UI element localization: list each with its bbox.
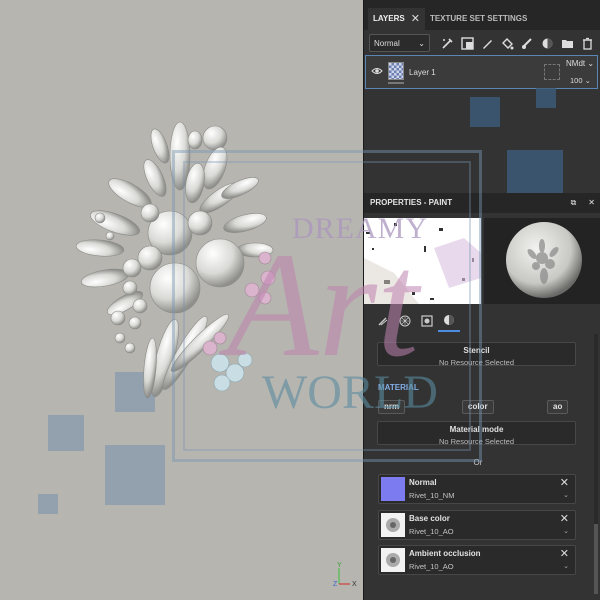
chevron-down-icon[interactable]: ⌄ — [563, 562, 569, 570]
close-icon[interactable]: ✕ — [560, 547, 569, 560]
axis-z-label: Z — [333, 581, 338, 588]
layer-blend-mode-value: NMdt — [566, 59, 586, 68]
properties-scrollbar[interactable] — [594, 334, 598, 594]
layers-tab-bar: LAYERS ✕ TEXTURE SET SETTINGS — [364, 0, 600, 30]
axis-y-label: Y — [337, 562, 342, 569]
layers-empty-area — [364, 88, 600, 206]
tab-brush[interactable] — [372, 310, 394, 332]
decorative-square — [105, 445, 165, 505]
tab-layers[interactable]: LAYERS ✕ — [368, 8, 425, 30]
3d-viewport[interactable]: Y Z X — [0, 0, 363, 600]
paint-layer-icon[interactable] — [479, 35, 495, 51]
material-section-title: MATERIAL — [378, 383, 419, 392]
add-effect-icon[interactable] — [439, 35, 455, 51]
normal-map-thumbnail — [381, 477, 405, 501]
decorative-square — [470, 97, 500, 127]
resource-ambient-occlusion[interactable]: Ambient occlusion Rivet_10_AO ✕ ⌄ — [378, 545, 576, 575]
resource-value: Rivet_10_NM — [409, 491, 455, 500]
chevron-down-icon[interactable]: ⌄ — [563, 491, 569, 499]
ornament-model[interactable] — [70, 118, 290, 428]
layer-mask-slot[interactable] — [544, 64, 560, 80]
add-mask-icon[interactable] — [459, 35, 475, 51]
channel-ao-button[interactable]: ao — [547, 400, 569, 414]
chevron-down-icon: ⌄ — [418, 38, 425, 48]
properties-header: PROPERTIES - PAINT ⧉ ✕ — [364, 193, 600, 213]
material-mode-title: Material mode — [449, 425, 504, 434]
resource-value: Rivet_10_AO — [409, 562, 454, 571]
close-icon[interactable]: ✕ — [411, 8, 420, 30]
layer-blend-mode[interactable]: NMdt ⌄ — [566, 59, 594, 68]
layers-toolbar: Normal ⌄ — [364, 30, 600, 56]
blend-mode-dropdown[interactable]: Normal ⌄ — [369, 34, 430, 52]
tab-stencil[interactable] — [416, 310, 438, 332]
axis-x-label: X — [352, 581, 357, 588]
resource-title: Normal — [409, 478, 437, 487]
properties-tabs — [364, 310, 600, 332]
brush-preview — [364, 218, 481, 304]
stencil-title: Stencil — [463, 346, 490, 355]
right-panel: LAYERS ✕ TEXTURE SET SETTINGS Normal ⌄ L… — [363, 0, 600, 600]
layer-opacity-value: 100 — [570, 76, 583, 85]
properties-title: PROPERTIES - PAINT — [370, 198, 453, 207]
or-separator: Or — [473, 458, 483, 467]
resource-normal[interactable]: Normal Rivet_10_NM ✕ ⌄ — [378, 474, 576, 504]
layer-row[interactable]: Layer 1 NMdt ⌄ 100 ⌄ — [365, 55, 598, 89]
tab-material[interactable] — [438, 310, 460, 332]
close-icon[interactable]: ✕ — [560, 512, 569, 525]
layer-name[interactable]: Layer 1 — [409, 68, 436, 77]
layer-thumbnail — [388, 62, 404, 80]
brush-icon[interactable] — [519, 35, 535, 51]
fill-layer-icon[interactable] — [499, 35, 515, 51]
layer-thumbnail-bar — [388, 82, 404, 84]
folder-icon[interactable] — [559, 35, 575, 51]
stencil-slot[interactable]: Stencil No Resource Selected — [377, 342, 576, 367]
decorative-square — [38, 494, 58, 514]
resource-base-color[interactable]: Base color Rivet_10_AO ✕ ⌄ — [378, 510, 576, 540]
tab-texture-set-label: TEXTURE SET SETTINGS — [429, 14, 528, 23]
close-icon[interactable]: ✕ — [560, 476, 569, 489]
axis-gizmo: Y Z X — [333, 562, 357, 588]
tab-texture-set-settings[interactable]: TEXTURE SET SETTINGS — [425, 8, 532, 30]
eye-icon[interactable] — [371, 66, 383, 76]
channel-nrm-button[interactable]: nrm — [378, 400, 406, 414]
resource-title: Base color — [409, 514, 450, 523]
layer-opacity[interactable]: 100 ⌄ — [570, 76, 591, 85]
blend-mode-value: Normal — [374, 38, 400, 48]
chevron-down-icon[interactable]: ⌄ — [563, 527, 569, 535]
tab-alpha[interactable] — [394, 310, 416, 332]
material-mode-value: No Resource Selected — [438, 437, 515, 446]
trash-icon[interactable] — [579, 35, 595, 51]
undock-icon[interactable]: ⧉ — [571, 193, 577, 213]
resource-value: Rivet_10_AO — [409, 527, 454, 536]
material-ball-icon[interactable] — [539, 35, 555, 51]
channel-color-button[interactable]: color — [462, 400, 494, 414]
ao-thumbnail — [381, 548, 405, 572]
resource-title: Ambient occlusion — [409, 549, 481, 558]
decorative-square — [536, 88, 556, 108]
material-preview — [484, 218, 600, 304]
material-mode-slot[interactable]: Material mode No Resource Selected — [377, 421, 576, 446]
scrollbar-thumb[interactable] — [594, 524, 598, 594]
stencil-value: No Resource Selected — [438, 358, 515, 367]
close-icon[interactable]: ✕ — [588, 193, 595, 213]
tab-layers-label: LAYERS — [373, 14, 405, 23]
base-color-thumbnail — [381, 513, 405, 537]
